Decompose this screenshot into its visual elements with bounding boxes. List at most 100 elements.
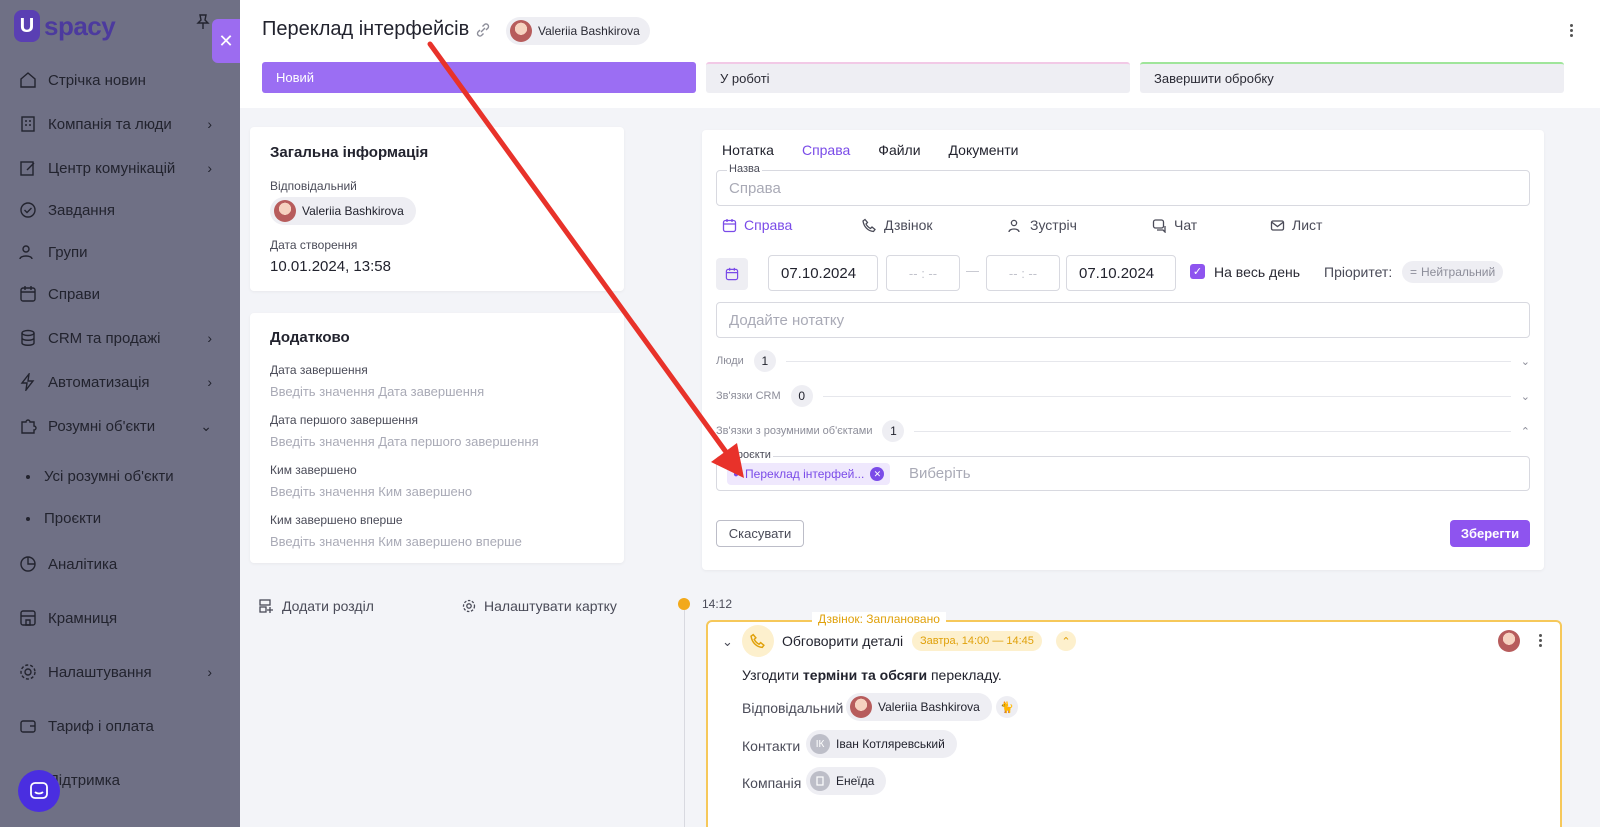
field-label: Назва <box>727 163 762 175</box>
smart-links-section[interactable]: Зв'язки з розумними об'єктами 1 ⌃ <box>716 420 1530 442</box>
responsible-chip[interactable]: Valeriia Bashkirova <box>270 197 416 225</box>
add-section-label: Додати розділ <box>282 598 374 614</box>
name-field[interactable]: Назва Справа <box>716 163 1530 206</box>
sidebar-item-label: Аналітика <box>48 555 118 573</box>
sidebar-item-smart-objects[interactable]: Розумні об'єкти ⌄ <box>18 416 228 436</box>
configure-card-button[interactable]: Налаштувати картку <box>462 598 617 614</box>
responsible-name: Valeriia Bashkirova <box>878 700 980 714</box>
sidebar-subitem-projects[interactable]: Проєкти <box>26 510 101 527</box>
save-button[interactable]: Зберегти <box>1450 520 1530 547</box>
type-call[interactable]: Дзвінок <box>862 217 933 233</box>
close-panel-button[interactable]: ✕ <box>212 19 240 63</box>
avatar <box>850 696 872 718</box>
card-heading: Загальна інформація <box>270 144 429 161</box>
sidebar-item-groups[interactable]: Групи <box>18 242 228 262</box>
crm-links-section[interactable]: Зв'язки CRM 0 ⌄ <box>716 385 1530 407</box>
sidebar-item-store[interactable]: Крамниця <box>18 608 228 628</box>
sidebar-item-label: Усі розумні об'єкти <box>44 468 174 485</box>
more-menu-icon[interactable] <box>1570 22 1574 39</box>
people-section[interactable]: Люди 1 ⌄ <box>716 350 1530 372</box>
time-from-input[interactable]: -- : -- <box>886 255 960 291</box>
date-from-input[interactable]: 07.10.2024 <box>768 255 878 291</box>
add-section-button[interactable]: Додати розділ <box>258 598 374 614</box>
field-value-placeholder[interactable]: Введіть значення Дата завершення <box>270 384 484 399</box>
type-email[interactable]: Лист <box>1270 217 1322 233</box>
type-deal[interactable]: Справа <box>722 217 792 233</box>
stage-in-progress[interactable]: У роботі <box>706 62 1130 93</box>
equals-icon: = <box>1410 265 1418 279</box>
owner-chip[interactable]: Valeriia Bashkirova <box>506 17 650 45</box>
type-chat[interactable]: Чат <box>1152 217 1197 233</box>
home-icon <box>18 70 38 90</box>
field-label: Дата завершення <box>270 363 368 377</box>
field-label: Ким завершено <box>270 463 357 477</box>
sidebar-item-company[interactable]: Компанія та люди › <box>18 114 228 134</box>
chevron-right-icon: › <box>207 330 212 346</box>
all-day-checkbox[interactable]: ✓ <box>1190 264 1205 279</box>
logo-mark: U <box>14 10 40 42</box>
remove-chip-icon[interactable]: ✕ <box>870 467 885 481</box>
tab-documents[interactable]: Документи <box>949 142 1019 158</box>
field-label: Дата першого завершення <box>270 413 418 427</box>
desc-text: Узгодити <box>742 667 803 683</box>
sidebar-item-news[interactable]: Стрічка новин <box>18 70 228 90</box>
stage-finish[interactable]: Завершити обробку <box>1140 62 1564 93</box>
type-label: Лист <box>1292 217 1323 233</box>
date-to-input[interactable]: 07.10.2024 <box>1066 255 1176 291</box>
stage-new[interactable]: Новий <box>262 62 696 93</box>
tab-deal[interactable]: Справа <box>802 142 850 158</box>
sidebar-item-tasks[interactable]: Завдання <box>18 200 228 220</box>
cancel-button[interactable]: Скасувати <box>716 520 804 547</box>
sidebar-item-automation[interactable]: Автоматизація › <box>18 372 228 392</box>
sidebar-item-deals[interactable]: Справи <box>18 284 228 304</box>
chart-pie-icon <box>18 554 38 574</box>
divider <box>785 360 1511 362</box>
tab-note[interactable]: Нотатка <box>722 142 774 158</box>
sidebar-item-label: Автоматизація <box>48 373 150 391</box>
sidebar-item-settings[interactable]: Налаштування › <box>18 662 228 682</box>
link-icon[interactable] <box>475 22 491 38</box>
lightning-icon <box>18 372 38 392</box>
tab-files[interactable]: Файли <box>878 142 920 158</box>
priority-select[interactable]: = Нейтральний <box>1402 261 1504 283</box>
sidebar-subitem-all-smart[interactable]: Усі розумні об'єкти <box>26 468 174 485</box>
chevron-up-icon[interactable]: ⌃ <box>1056 631 1076 651</box>
pin-icon[interactable] <box>196 14 210 30</box>
calendar-icon <box>725 267 739 281</box>
sidebar-item-billing[interactable]: Тариф і оплата <box>18 716 228 736</box>
date-picker-button[interactable] <box>716 258 748 290</box>
sidebar-item-communications[interactable]: Центр комунікацій › <box>18 158 228 178</box>
section-label: Зв'язки з розумними об'єктами <box>716 425 873 437</box>
select-placeholder: Виберіть <box>909 465 971 482</box>
sidebar-item-crm[interactable]: CRM та продажі › <box>18 328 228 348</box>
chat-icon <box>30 782 48 799</box>
field-value-placeholder[interactable]: Введіть значення Ким завершено вперше <box>270 534 522 549</box>
chevron-down-icon[interactable]: ⌄ <box>722 634 733 650</box>
sidebar-item-analytics[interactable]: Аналітика <box>18 554 228 574</box>
note-input[interactable]: Додайте нотатку <box>716 302 1530 338</box>
field-value-placeholder[interactable]: Введіть значення Дата першого завершення <box>270 434 539 449</box>
name-placeholder: Справа <box>729 180 781 197</box>
timeline-line <box>684 610 685 827</box>
responsible-chip[interactable]: Valeriia Bashkirova <box>846 693 992 721</box>
sidebar-item-label: Стрічка новин <box>48 71 146 89</box>
type-label: Справа <box>744 217 793 233</box>
sidebar-item-support[interactable]: Підтримка <box>48 772 258 789</box>
contact-chip[interactable]: ІК Іван Котляревський <box>806 730 957 758</box>
project-chip[interactable]: ● Переклад інтерфей... ✕ <box>727 463 891 485</box>
priority-value: Нейтральний <box>1421 265 1496 279</box>
chat-support-button[interactable] <box>18 770 60 812</box>
logo[interactable]: U spacy <box>14 10 116 42</box>
more-menu-icon[interactable] <box>1539 632 1542 649</box>
calendar-icon <box>722 218 737 232</box>
field-value-placeholder[interactable]: Введіть значення Ким завершено <box>270 484 472 499</box>
card-heading: Додатково <box>270 329 350 346</box>
type-meeting[interactable]: Зустріч <box>1008 217 1077 233</box>
projects-field[interactable]: Проєкти ● Переклад інтерфей... ✕ Виберіт… <box>716 449 1530 491</box>
time-to-input[interactable]: -- : -- <box>986 255 1060 291</box>
avatar <box>510 20 532 42</box>
edit-icon <box>18 158 38 178</box>
sidebar-item-label: Проєкти <box>44 510 102 527</box>
company-chip[interactable]: Енеїда <box>806 767 887 795</box>
call-subject[interactable]: Обговорити деталі <box>782 633 903 649</box>
